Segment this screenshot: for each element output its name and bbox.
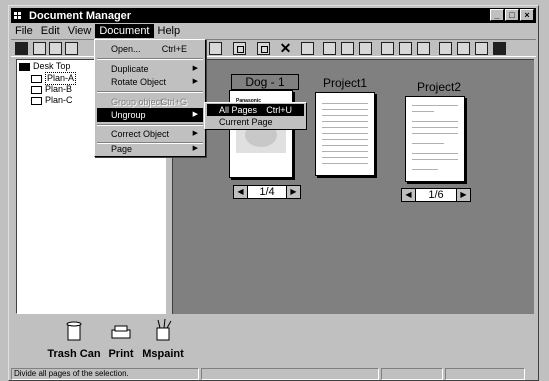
folder-icon (31, 96, 42, 105)
trash-can-icon (66, 321, 82, 341)
trash-can-button[interactable]: Trash Can (46, 318, 102, 360)
print-icon[interactable] (493, 42, 506, 55)
desktop-icon (19, 62, 30, 71)
save-icon[interactable] (65, 42, 78, 55)
menu-item-open[interactable]: Open... Ctrl+E (97, 42, 203, 56)
maximize-button[interactable]: □ (505, 9, 519, 21)
next-page-button[interactable]: ▶ (456, 189, 470, 201)
rotate-left-icon[interactable] (323, 42, 336, 55)
marker-icon[interactable] (457, 42, 470, 55)
menu-item-ungroup[interactable]: Ungroup ▶ (97, 108, 203, 122)
document-thumbnail[interactable] (315, 92, 375, 176)
page-indicator: 1/6 (428, 189, 444, 201)
menu-item-rotate-object[interactable]: Rotate Object ▶ (97, 75, 203, 89)
menu-item-duplicate[interactable]: Duplicate ▶ (97, 62, 203, 76)
ungroup-submenu: All Pages Ctrl+U Current Page (204, 102, 307, 130)
submenu-arrow-icon: ▶ (192, 65, 198, 72)
status-panel (381, 368, 443, 380)
title-bar[interactable]: Document Manager _ □ × (11, 8, 536, 23)
delete-icon[interactable]: ✕ (279, 41, 292, 55)
thumbnail-view-icon[interactable] (257, 42, 270, 55)
rotate-right-icon[interactable] (341, 42, 354, 55)
menu-bar: File Edit View Document Help (11, 24, 536, 38)
status-message: Divide all pages of the selection. (11, 368, 199, 380)
zoom-icon[interactable] (209, 42, 222, 55)
pager-project2: ◀ 1/6 ▶ (401, 188, 471, 202)
new-folder-icon[interactable] (33, 42, 46, 55)
document-title: Project1 (322, 76, 368, 90)
tool-icon[interactable] (475, 42, 488, 55)
menu-view[interactable]: View (64, 24, 96, 38)
submenu-arrow-icon: ▶ (192, 145, 198, 152)
menu-help[interactable]: Help (154, 24, 185, 38)
menu-file[interactable]: File (11, 24, 37, 38)
prev-page-button[interactable]: ◀ (402, 189, 416, 201)
menu-item-correct-object[interactable]: Correct Object ▶ (97, 127, 203, 141)
menu-edit[interactable]: Edit (37, 24, 64, 38)
status-bar: Divide all pages of the selection. (11, 368, 536, 380)
submenu-arrow-icon: ▶ (192, 111, 198, 118)
menu-item-group-objects: Group objects Ctrl+G (111, 97, 187, 107)
tree-node-plan-c[interactable]: Plan-C (31, 95, 73, 106)
open-folder-icon[interactable] (49, 42, 62, 55)
pager-dog: ◀ 1/4 ▶ (233, 185, 301, 199)
open-folder-icon (31, 74, 42, 83)
document-canvas[interactable]: Dog - 1 Panasonic ◀ 1/4 ▶ Project1 Proje… (172, 59, 534, 314)
tree-node-plan-a[interactable]: Plan-A (31, 72, 77, 85)
close-button[interactable]: × (520, 9, 534, 21)
desktop-icon[interactable] (15, 42, 28, 55)
page-icon[interactable] (381, 42, 394, 55)
printer-icon (111, 325, 131, 339)
print-button[interactable]: Print (104, 318, 138, 360)
rotate-180-icon[interactable] (359, 42, 372, 55)
group-icon[interactable] (399, 42, 412, 55)
submenu-arrow-icon: ▶ (192, 130, 198, 137)
tool-dock: Trash Can Print Mspaint (16, 318, 534, 370)
document-menu: Open... Ctrl+E Duplicate ▶ Rotate Object… (94, 39, 206, 157)
grid-view-icon[interactable] (233, 42, 246, 55)
tree-node-desktop[interactable]: Desk Top (19, 61, 70, 72)
document-title: Dog - 1 (231, 74, 299, 90)
status-panel (201, 368, 379, 380)
submenu-arrow-icon: ▶ (192, 78, 198, 85)
prev-page-button[interactable]: ◀ (234, 186, 248, 198)
menu-item-all-pages[interactable]: All Pages Ctrl+U (207, 104, 304, 116)
tree-node-plan-b[interactable]: Plan-B (31, 84, 72, 95)
menu-item-current-page[interactable]: Current Page (207, 116, 304, 128)
paint-cup-icon (156, 318, 172, 341)
toolbar: ✕ (11, 39, 536, 57)
folder-icon (31, 85, 42, 94)
document-title: Project2 (416, 80, 462, 94)
menu-separator (97, 91, 203, 93)
ungroup-icon[interactable] (417, 42, 430, 55)
menu-separator (97, 58, 203, 60)
document-thumbnail[interactable] (405, 96, 465, 182)
menu-separator (97, 124, 203, 126)
next-page-button[interactable]: ▶ (286, 186, 300, 198)
mspaint-button[interactable]: Mspaint (140, 318, 186, 360)
menu-item-page[interactable]: Page ▶ (97, 142, 203, 156)
menu-document[interactable]: Document (95, 24, 154, 38)
document-manager-window: Document Manager _ □ × File Edit View Do… (8, 5, 539, 381)
status-panel (445, 368, 525, 380)
window-title: Document Manager (29, 9, 132, 22)
app-icon (14, 11, 26, 21)
correct-icon[interactable] (439, 42, 452, 55)
paste-icon[interactable] (301, 42, 314, 55)
page-indicator: 1/4 (259, 186, 275, 198)
minimize-button[interactable]: _ (490, 9, 504, 21)
